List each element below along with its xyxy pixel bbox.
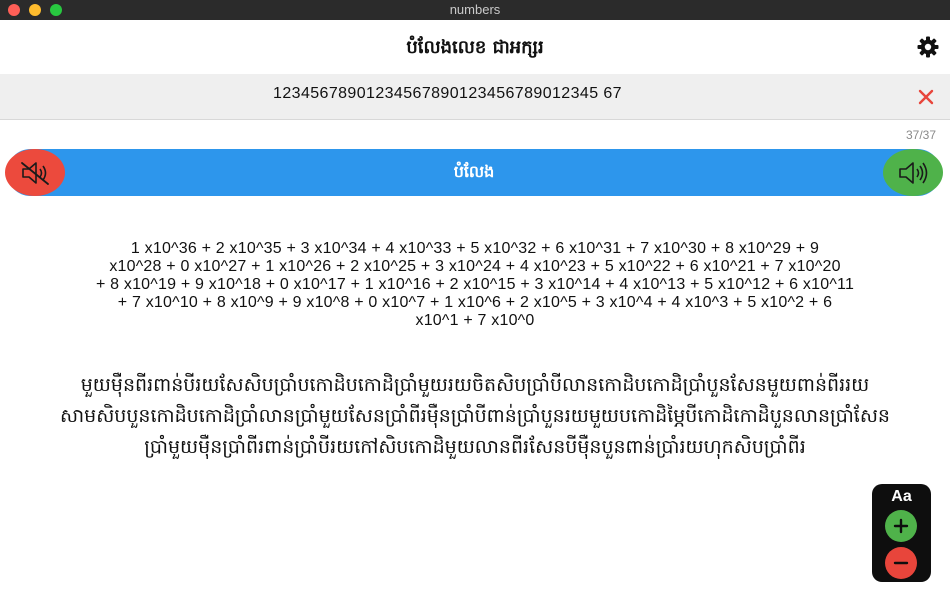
khmer-line: ប្រាំមួយម៉ឺនប្រាំពីរពាន់ប្រាំបីរយកៅសិបកោ… — [144, 436, 806, 458]
expression-line: x10^28 + 0 x10^27 + 1 x10^26 + 2 x10^25 … — [109, 258, 841, 275]
app-window: numbers បំលែងលេខ ជាអក្សរ 37/37 — [0, 0, 950, 594]
convert-label: បំលែង — [453, 162, 495, 181]
speak-button[interactable] — [883, 149, 943, 196]
expression-line: + 8 x10^19 + 9 x10^18 + 0 x10^17 + 1 x10… — [95, 276, 855, 293]
increase-font-button[interactable] — [885, 510, 917, 542]
speaker-icon — [899, 161, 928, 184]
khmer-words: មួយម៉ឺនពីរពាន់បីរយសែសិបប្រាំបកោដិបកោដិប្… — [20, 370, 930, 463]
app-header: បំលែងលេខ ជាអក្សរ — [0, 20, 950, 74]
khmer-line: សាមសិបបួនកោដិបកោដិប្រាំលានប្រាំមួយសែនប្រ… — [60, 405, 890, 427]
expression-line: x10^1 + 7 x10^0 — [415, 312, 535, 329]
title-bar: numbers — [0, 0, 950, 20]
font-size-label: Aa — [891, 488, 912, 505]
expression-line: 1 x10^36 + 2 x10^35 + 3 x10^34 + 4 x10^3… — [130, 240, 820, 257]
expression-line: + 7 x10^10 + 8 x10^9 + 9 x10^8 + 0 x10^7… — [117, 294, 833, 311]
number-input-bar — [0, 74, 950, 120]
plus-icon — [893, 518, 909, 534]
minus-icon — [893, 561, 909, 565]
page-title: បំលែងលេខ ជាអក្សរ — [406, 37, 544, 58]
window-title: numbers — [449, 2, 501, 17]
font-size-panel: Aa — [872, 484, 931, 582]
decrease-font-button[interactable] — [885, 547, 917, 579]
character-counter: 37/37 — [905, 128, 936, 142]
close-icon[interactable] — [917, 88, 935, 106]
number-input[interactable] — [0, 85, 895, 103]
math-expression: 1 x10^36 + 2 x10^35 + 3 x10^34 + 4 x10^3… — [20, 240, 930, 330]
gear-icon[interactable] — [916, 35, 940, 59]
convert-button[interactable]: បំលែង — [5, 149, 943, 196]
khmer-line: មួយម៉ឺនពីរពាន់បីរយសែសិបប្រាំបកោដិបកោដិប្… — [80, 374, 870, 396]
